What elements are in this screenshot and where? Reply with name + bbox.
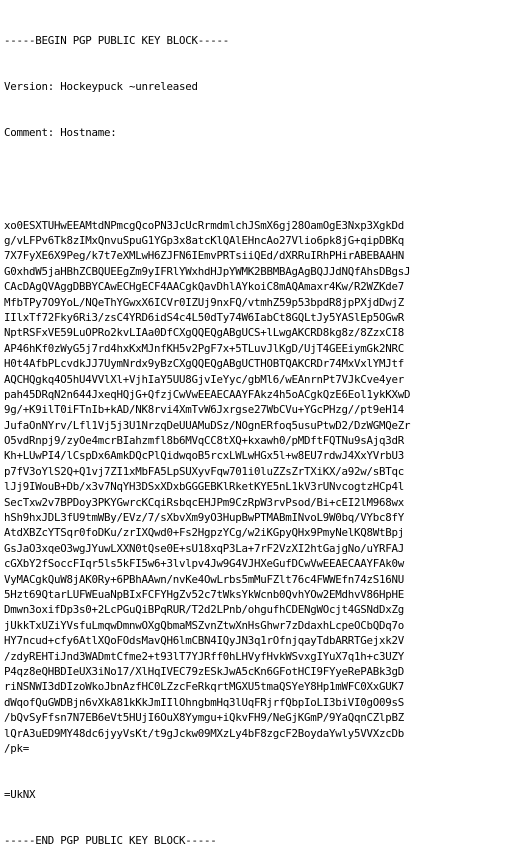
checksum-line: =UkNX (4, 788, 36, 802)
key-line: AQCHQgkq4O5hU4VVlXl+VjhIaY5UU8GjvIeYyc/g… (4, 372, 405, 386)
key-line: /pk= (4, 741, 30, 755)
pgp-key-document: -----BEGIN PGP PUBLIC KEY BLOCK----- Ver… (4, 2, 508, 864)
key-line: VyMACgkQuW8jAK0Ry+6PBhAAwn/nvKe4OwLrbs5m… (4, 572, 405, 586)
key-line: 7X7FyXE6X9Peg/k7t7eXMLwH6ZJFN6IEmvPRTsii… (4, 249, 405, 263)
end-marker: -----END PGP PUBLIC KEY BLOCK----- (4, 834, 217, 848)
key-line: p7fV3oYlS2Q+Q1vj7ZI1xMbFA5LpSUXyvFqw701i… (4, 464, 405, 478)
key-line: SecTxw2v7BPDoy3PKYGwrcKCqiRsbqcEHJPm9CzR… (4, 495, 405, 509)
key-line: cGXbY2fSoccFIqr5ls5kFI5w6+3lvlpv4Jw9G4VJ… (4, 557, 405, 571)
begin-marker: -----BEGIN PGP PUBLIC KEY BLOCK----- (4, 33, 230, 47)
version-header: Version: Hockeypuck ~unreleased (4, 80, 198, 94)
blank-separator (4, 171, 508, 186)
key-line: NptRSFxVE59LuOPRo2kvLIAa0DfCXgQQEQgABgUC… (4, 326, 405, 340)
key-line: /bQvSyFfsn7N7EB6eVt5HUjI6OuX8Yymgu+iQkvF… (4, 711, 405, 725)
key-line: IIlxTf72Fky6Ri3/zsC4YRD6idS4c4L50dTy74W6… (4, 310, 405, 324)
key-line: pah45DRqN2n644JxeqHQjG+QfzjCwVwEEAECAAYF… (4, 387, 411, 401)
key-body: xo0ESXTUHwEEAMtdNPmcgQcoPN3JcUcRrmdmlchJ… (4, 218, 508, 757)
key-line: 5Hzt69QtarLUFWEuaNpBIxFCFYHgZv52c7tWksYk… (4, 588, 405, 601)
key-line: P4qz8eQHBDIeUX3iNo17/XlHqIVEC79zESkJwA5c… (4, 664, 405, 678)
key-line: g/vLFPv6Tk8zIMxQnvuSpuG1YGp3x8atcKlQAlEH… (4, 234, 405, 248)
key-line: MfbTPy7O9YoL/NQeThYGwxX6ICVr0IZUj9nxFQ/v… (4, 295, 405, 309)
key-line: GsJaO3xqeO3wgJYuwLXXN0tQse0E+sU18xqP3La+… (4, 541, 405, 555)
comment-header: Comment: Hostname: (4, 126, 117, 140)
key-line: lJj9IWouB+Db/x3v7NqYH3DSxXDxbGGGEBKlRket… (4, 480, 405, 494)
key-line: HY7ncud+cfy6AtlXQoFOdsMavQH6lmCBN4IQyJN3… (4, 634, 405, 648)
key-line: AP46hKf0zWyG5j7rd4hxKxMJnfKH5v2PgF7x+5TL… (4, 341, 405, 355)
key-line: xo0ESXTUHwEEAMtdNPmcgQcoPN3JcUcRrmdmlchJ… (4, 218, 405, 232)
key-line: hSh9hxJDL3fU9tmWBy/EVz/7/sXbvXm9yO3HupBw… (4, 511, 405, 525)
key-line: AtdXBZcYTSqr0foDKu/zrIXQwd0+Fs2HgpzYCg/w… (4, 526, 405, 540)
key-line: CAcDAgQVAggDBBYCAwECHgECF4AACgkQavDhlAYk… (4, 280, 405, 294)
key-line: dWqofQuGWDBjn6vXkA81kKkJmIIlOhngbmHq3lUq… (4, 695, 405, 709)
key-line: O5vdRnpj9/zyOe4mcrBIahzmfl8b6MVqCC8tXQ+k… (4, 434, 405, 448)
key-line: lQrA3uED9MY48dc6jyyVsKt/t9gJckw09MXzLy4b… (4, 726, 405, 740)
key-line: G0xhdW5jaHBhZCBQUEEgZm9yIFRlYWxhdHJpYWMK… (4, 264, 411, 278)
key-line: /zdyREHTiJnd3WADmtCfme2+t93lT7YJRff0hLHV… (4, 649, 405, 663)
key-line: H0t4AfbPLcvdkJJ7UymNrdx9yBzCXgQQEQgABgUC… (4, 357, 405, 371)
key-line: riNSNWI3dDIzoWkoJbnAzfHC0LZzcFeRkqrtMGXU… (4, 680, 405, 694)
key-line: Kh+LUwPI4/lCspDx6AmkDQcPlQidwqoB5rcxLWLw… (4, 449, 405, 463)
key-line: jUkkTxUZiYVsfuLmqwDmnwOXgQbmaMSZvnZtwXnH… (4, 618, 405, 632)
key-line: JufaOnNYrv/Lfl1Vj5j3U1NrzqDeUUAMuDSz/NOg… (4, 418, 411, 432)
key-line: Dmwn3oxifDp3s0+2LcPGuQiBPqRUR/T2d2LPnb/o… (4, 603, 405, 617)
key-line: 9g/+K9ilT0iFTnIb+kAD/NK8rvi4XmTvW6Jxrgse… (4, 403, 405, 417)
